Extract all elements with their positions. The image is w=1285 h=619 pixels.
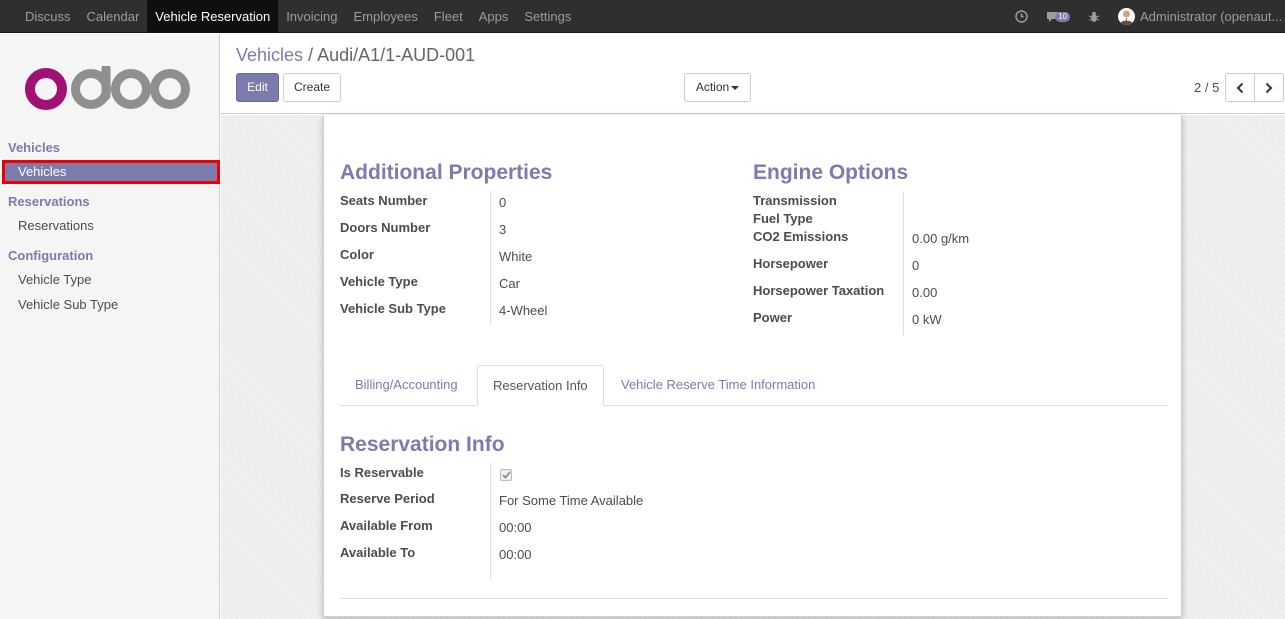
co2-emissions-label: CO2 Emissions (753, 229, 849, 244)
debug-bug-icon[interactable] (1088, 11, 1100, 23)
co2-unit: g/km (940, 231, 970, 246)
sidebar-item-vehicles[interactable]: Vehicles (2, 160, 220, 184)
form-view-background: Additional Properties Seats Number 0 Doo… (221, 115, 1285, 619)
action-label: Action (695, 80, 730, 94)
edit-button[interactable]: Edit (236, 73, 279, 102)
seats-number-label: Seats Number (340, 193, 428, 208)
menu-item-invoicing[interactable]: Invoicing (278, 0, 345, 33)
reserve-period-value: For Some Time Available (499, 493, 644, 508)
available-to-label: Available To (340, 545, 416, 560)
breadcrumb-separator: / (308, 45, 314, 65)
create-button[interactable]: Create (283, 73, 341, 102)
vehicle-sub-type-label: Vehicle Sub Type (340, 301, 446, 316)
transmission-label: Transmission (753, 193, 837, 208)
available-to-value: 00:00 (499, 547, 532, 562)
sidebar: Vehicles Vehicles Reservations Reservati… (0, 34, 220, 619)
sidebar-section-vehicles: Vehicles (8, 140, 61, 155)
doors-number-label: Doors Number (340, 220, 431, 235)
avatar (1118, 8, 1135, 25)
top-navbar: Discuss Calendar Vehicle Reservation Inv… (0, 0, 1285, 33)
vehicle-sub-type-value: 4-Wheel (499, 303, 548, 318)
menu-item-discuss[interactable]: Discuss (17, 0, 79, 33)
app-menu: Discuss Calendar Vehicle Reservation Inv… (17, 0, 579, 33)
messages-icon[interactable]: 10 (1046, 11, 1070, 23)
breadcrumb: Vehicles / Audi/A1/1-AUD-001 (236, 45, 475, 66)
vehicle-type-value: Car (499, 276, 520, 291)
menu-item-settings[interactable]: Settings (516, 0, 579, 33)
horsepower-label: Horsepower (753, 256, 829, 271)
is-reservable-label: Is Reservable (340, 465, 424, 480)
pager-previous-button[interactable] (1225, 73, 1255, 102)
odoo-logo[interactable] (24, 63, 194, 115)
fuel-type-label: Fuel Type (753, 211, 813, 226)
pager-value: 2 / 5 (1194, 80, 1220, 95)
reserve-period-label: Reserve Period (340, 491, 435, 506)
sidebar-section-configuration: Configuration (8, 248, 94, 263)
activity-clock-icon[interactable] (1015, 10, 1028, 23)
user-name: Administrator (openaut... (1140, 9, 1283, 24)
is-reservable-checkbox[interactable] (500, 469, 512, 481)
tab-billing-accounting[interactable]: Billing/Accounting (340, 365, 473, 406)
chevron-right-icon (1265, 82, 1273, 93)
additional-properties-title: Additional Properties (340, 161, 553, 184)
menu-item-vehicle-reservation[interactable]: Vehicle Reservation (147, 0, 279, 33)
co2-emissions-value: 0.00 g/km (912, 231, 970, 246)
separator (490, 191, 491, 325)
sidebar-item-vehicle-type[interactable]: Vehicle Type (18, 272, 91, 287)
control-panel: Vehicles / Audi/A1/1-AUD-001 Edit Create… (221, 34, 1285, 114)
available-from-label: Available From (340, 518, 433, 533)
checkmark-icon (501, 471, 511, 479)
power-value: 0 kW (912, 312, 942, 327)
form-sheet: Additional Properties Seats Number 0 Doo… (323, 115, 1182, 617)
notebook-tabs: Billing/Accounting Reservation Info Vehi… (340, 365, 1167, 406)
horsepower-value: 0 (912, 258, 920, 273)
tab-reservation-info[interactable]: Reservation Info (477, 365, 604, 406)
separator (490, 463, 491, 579)
power-unit: kW (922, 312, 942, 327)
power-label: Power (753, 310, 793, 325)
breadcrumb-parent-link[interactable]: Vehicles (236, 45, 303, 65)
breadcrumb-current: Audi/A1/1-AUD-001 (317, 45, 476, 65)
reservation-info-title: Reservation Info (340, 433, 505, 456)
color-value: White (499, 249, 533, 264)
sidebar-item-vehicle-sub-type[interactable]: Vehicle Sub Type (18, 297, 118, 312)
user-menu[interactable]: Administrator (openaut... (1118, 8, 1285, 25)
available-from-value: 00:00 (499, 520, 532, 535)
vehicle-type-label: Vehicle Type (340, 274, 418, 289)
doors-number-value: 3 (499, 222, 507, 237)
pager-next-button[interactable] (1254, 73, 1284, 102)
caret-down-icon (731, 85, 740, 90)
separator (903, 191, 904, 335)
chevron-left-icon (1236, 82, 1244, 93)
menu-item-fleet[interactable]: Fleet (426, 0, 471, 33)
seats-number-value: 0 (499, 195, 507, 210)
engine-options-title: Engine Options (753, 161, 909, 184)
messages-count-badge: 10 (1055, 11, 1070, 22)
menu-item-employees[interactable]: Employees (346, 0, 426, 33)
color-label: Color (340, 247, 374, 262)
menu-item-calendar[interactable]: Calendar (79, 0, 148, 33)
action-dropdown[interactable]: Action (684, 73, 751, 102)
sidebar-item-reservations[interactable]: Reservations (18, 218, 94, 233)
horsepower-taxation-value: 0.00 (912, 285, 938, 300)
divider (340, 598, 1167, 599)
sidebar-section-reservations: Reservations (8, 194, 90, 209)
horsepower-taxation-label: Horsepower Taxation (753, 283, 885, 298)
tab-vehicle-reserve-time-information[interactable]: Vehicle Reserve Time Information (606, 365, 830, 406)
menu-item-apps[interactable]: Apps (471, 0, 517, 33)
